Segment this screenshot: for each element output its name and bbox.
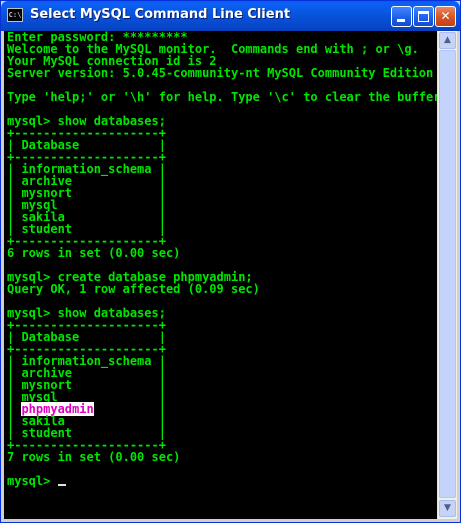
console-line: Type 'help;' or '\h' for help. Type '\c'…	[7, 90, 437, 104]
mysql-prompt[interactable]: mysql>	[7, 474, 58, 488]
scroll-up-arrow-icon: ▲	[444, 35, 451, 45]
maximize-button[interactable]	[413, 6, 434, 27]
window-title: Select MySQL Command Line Client	[30, 7, 291, 22]
minimize-button[interactable]	[391, 6, 412, 27]
vertical-scrollbar[interactable]: ▲ ▼	[437, 31, 457, 519]
console-app-icon[interactable]: C:\	[7, 8, 23, 22]
scroll-down-arrow-icon: ▼	[444, 503, 451, 513]
title-bar[interactable]: C:\ Select MySQL Command Line Client ✕	[1, 1, 460, 31]
console-output[interactable]: Enter password: ********* Welcome to the…	[4, 31, 437, 519]
close-button[interactable]: ✕	[435, 6, 456, 27]
text-cursor	[57, 484, 66, 486]
maximize-icon	[418, 11, 429, 22]
console-text: Enter password: ********* Welcome to the…	[4, 31, 437, 487]
console-line: 7 rows in set (0.00 sec)	[7, 450, 181, 464]
scrollbar-thumb[interactable]	[439, 50, 456, 498]
console-line: 6 rows in set (0.00 sec)	[7, 246, 181, 260]
mysql-client-window: C:\ Select MySQL Command Line Client ✕ E…	[0, 0, 461, 523]
scroll-up-button[interactable]: ▲	[439, 32, 456, 49]
minimize-icon	[397, 19, 405, 22]
close-icon: ✕	[440, 9, 451, 23]
console-line: Server version: 5.0.45-community-nt MySQ…	[7, 66, 437, 80]
console-line: Query OK, 1 row affected (0.09 sec)	[7, 282, 260, 296]
scroll-down-button[interactable]: ▼	[439, 500, 456, 517]
